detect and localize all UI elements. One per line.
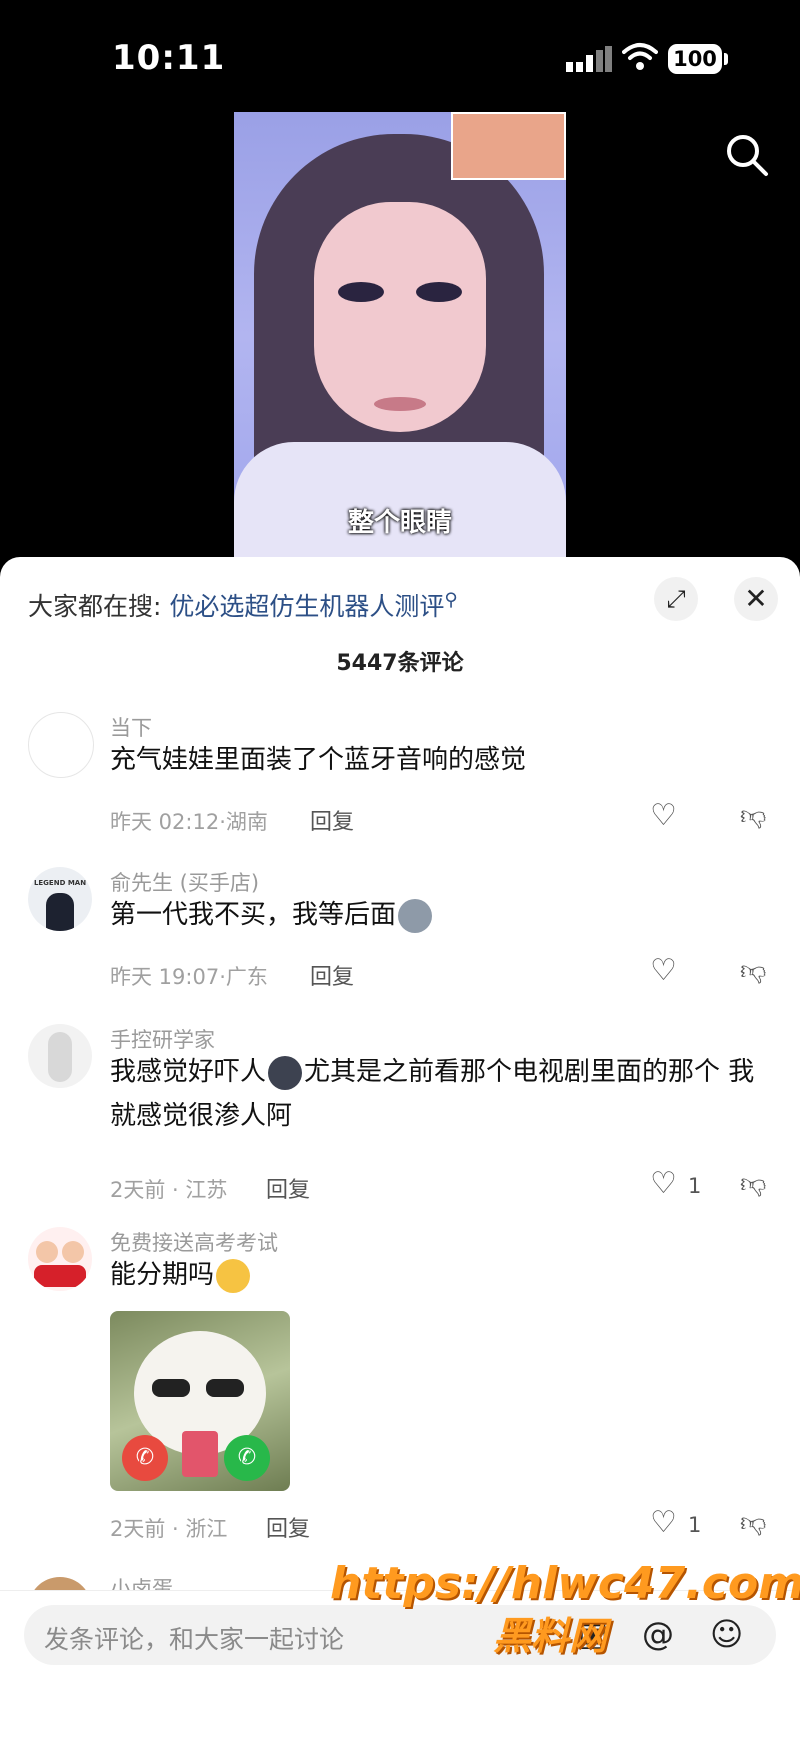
cat-emoji-icon [398, 898, 433, 933]
reply-button[interactable]: 回复 [310, 804, 354, 836]
comment-text-wrap: 能分期吗 [110, 1253, 770, 1297]
accept-call-icon: ✆ [224, 1435, 270, 1481]
battery-indicator: 100 [668, 44, 722, 74]
thumbs-down-icon[interactable]: 👎︎ [740, 800, 766, 831]
expand-icon[interactable]: ⤢ [654, 577, 698, 621]
comment-meta: 昨天 19:07·广东 [110, 965, 268, 989]
reply-button[interactable]: 回复 [266, 1172, 310, 1204]
watermark-url: https://hlwc47.com [330, 1558, 800, 1609]
heart-icon[interactable]: ♡ [650, 1505, 677, 1540]
comment-meta: 2天前 · 浙江 [110, 1517, 228, 1541]
thumbs-down-icon[interactable]: 👎︎ [740, 1507, 766, 1538]
avatar[interactable]: LEGEND MAN [28, 867, 92, 931]
comment-text-wrap: 我感觉好吓人 尤其是之前看那个电视剧里面的那个 我就感觉很渗人阿 [110, 1050, 770, 1138]
avatar-body [34, 1265, 86, 1287]
comment-count: 5447条评论 [336, 651, 464, 676]
video-player[interactable]: 整个眼睛 [234, 112, 566, 559]
comment-item: 手控研学家 我感觉好吓人 尤其是之前看那个电视剧里面的那个 我就感觉很渗人阿 2天… [0, 1024, 800, 1224]
search-suggestion[interactable]: 大家都在搜: 优必选超仿生机器人测评⚲ [28, 587, 458, 623]
avatar-logo-text: LEGEND MAN [33, 879, 87, 887]
image-sunglass-left [152, 1379, 190, 1397]
search-icon[interactable] [720, 128, 774, 182]
thinking-emoji-icon [216, 1258, 251, 1293]
avatar[interactable] [28, 1227, 92, 1291]
comment-text: 第一代我不买，我等后面 [110, 900, 397, 930]
search-suggestion-prefix: 大家都在搜: [28, 592, 162, 621]
video-subtitle: 整个眼睛 [347, 508, 452, 538]
search-small-icon: ⚲ [444, 589, 458, 611]
video-pip-inset [451, 112, 566, 180]
video-mouth [374, 397, 426, 411]
comment-image[interactable]: ✆ ✆ [110, 1311, 290, 1491]
heart-icon[interactable]: ♡ [650, 1166, 677, 1201]
reply-button[interactable]: 回复 [310, 959, 354, 991]
reply-button[interactable]: 回复 [266, 1511, 310, 1543]
heart-icon[interactable]: ♡ [650, 953, 677, 988]
video-eye-right [416, 282, 462, 302]
comment-meta: 昨天 02:12·湖南 [110, 810, 268, 834]
status-bar: 10:11 100 [0, 0, 800, 110]
comment-text: 充气娃娃里面装了个蓝牙音响的感觉 [110, 745, 527, 775]
wifi-icon [622, 43, 658, 70]
cellular-signal-icon [566, 46, 612, 72]
avatar-face-right [62, 1241, 84, 1263]
like-count: 1 [688, 1513, 702, 1537]
battery-tip [724, 53, 728, 65]
dark-face-emoji-icon [268, 1055, 303, 1090]
comment-meta: 2天前 · 江苏 [110, 1178, 228, 1202]
like-count: 1 [688, 1174, 702, 1198]
comment-item: LEGEND MAN 俞先生 (买手店) 第一代我不买，我等后面 昨天 19:0… [0, 867, 800, 1017]
comment-item: 免费接送高考考试 能分期吗 ✆ ✆ 2天前 · 浙江 回复 ♡ 1 👎︎ [0, 1227, 800, 1547]
comment-text-part: 我感觉好吓人 [110, 1057, 267, 1087]
decline-call-icon: ✆ [122, 1435, 168, 1481]
avatar-figure [46, 893, 74, 931]
comment-item: 当下 充气娃娃里面装了个蓝牙音响的感觉 昨天 02:12·湖南 回复 ♡ 👎︎ [0, 712, 800, 862]
avatar-face-left [36, 1241, 58, 1263]
comment-text: 能分期吗 [110, 1260, 215, 1290]
thumbs-down-icon[interactable]: 👎︎ [740, 955, 766, 986]
avatar[interactable] [28, 1024, 92, 1088]
video-blouse [234, 442, 566, 559]
image-sunglass-right [206, 1379, 244, 1397]
thumbs-down-icon[interactable]: 👎︎ [740, 1168, 766, 1199]
avatar-figure [48, 1032, 72, 1082]
status-time: 10:11 [112, 38, 226, 78]
comment-input-placeholder: 发条评论，和大家一起讨论 [44, 1625, 345, 1654]
heart-icon[interactable]: ♡ [650, 798, 677, 833]
video-eye-left [338, 282, 384, 302]
watermark: https://hlwc47.com 黑料网 [330, 1558, 800, 1660]
comment-text-wrap: 第一代我不买，我等后面 [110, 893, 770, 937]
image-drink [182, 1431, 218, 1477]
search-suggestion-term[interactable]: 优必选超仿生机器人测评 [169, 592, 444, 621]
close-icon[interactable]: ✕ [734, 577, 778, 621]
avatar[interactable] [28, 712, 94, 778]
watermark-site-name: 黑料网 [492, 1614, 607, 1658]
